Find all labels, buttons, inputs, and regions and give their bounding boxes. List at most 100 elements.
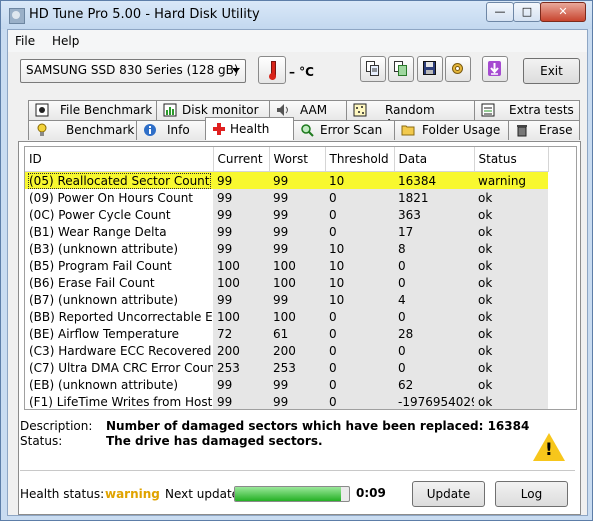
- tab-info[interactable]: Info: [136, 120, 206, 140]
- tab-benchmark[interactable]: Benchmark: [28, 120, 137, 140]
- table-row[interactable]: (05) Reallocated Sector Count 99 99 10 16384…: [25, 171, 548, 189]
- cell-worst: 99: [269, 223, 325, 240]
- table-row[interactable]: (BE) Airflow Temperature 72 61 0 28 ok: [25, 325, 548, 342]
- tab-health[interactable]: Health: [205, 117, 294, 140]
- tab-error-scan[interactable]: Error Scan: [293, 120, 395, 140]
- file-benchmark-icon: [35, 103, 49, 117]
- cell-id: (B5) Program Fail Count: [25, 257, 213, 274]
- cell-status: ok: [474, 308, 548, 325]
- cell-current: 99: [213, 223, 269, 240]
- exit-button[interactable]: Exit: [523, 58, 580, 84]
- table-row[interactable]: (B6) Erase Fail Count 100 100 10 0 ok: [25, 274, 548, 291]
- log-button[interactable]: Log: [495, 481, 568, 507]
- cell-data: 0: [394, 308, 474, 325]
- cell-threshold: 0: [325, 359, 394, 376]
- cell-worst: 100: [269, 274, 325, 291]
- col-header-worst[interactable]: Worst: [269, 147, 326, 172]
- cell-threshold: 0: [325, 325, 394, 342]
- cell-id: (B7) (unknown attribute): [25, 291, 213, 308]
- tab-row-bottom: Benchmark Info Health Error Scan Folder …: [18, 117, 580, 140]
- tab-row-top: File Benchmark Disk monitor AAM Random A…: [18, 100, 580, 131]
- download-button[interactable]: [482, 56, 508, 82]
- update-button[interactable]: Update: [412, 481, 485, 507]
- info-icon: [144, 124, 156, 136]
- table-row[interactable]: (B3) (unknown attribute) 99 99 10 8 ok: [25, 240, 548, 257]
- maximize-button[interactable]: □: [513, 2, 541, 22]
- cell-id: (09) Power On Hours Count: [25, 189, 213, 206]
- cell-status: ok: [474, 240, 548, 257]
- table-row[interactable]: (BB) Reported Uncorrectable Errors100100…: [25, 308, 548, 325]
- window-title: HD Tune Pro 5.00 - Hard Disk Utility: [29, 7, 260, 22]
- tab-extra-tests[interactable]: Extra tests: [474, 100, 580, 120]
- menu-help[interactable]: Help: [52, 34, 79, 48]
- col-header-data[interactable]: Data: [394, 147, 475, 172]
- table-body: (05) Reallocated Sector Count 99 99 10 16384…: [25, 171, 548, 409]
- col-header-current[interactable]: Current: [213, 147, 270, 172]
- menu-file[interactable]: File: [15, 34, 35, 48]
- copy-screenshot-button[interactable]: [388, 56, 414, 82]
- cell-threshold: 10: [325, 291, 394, 308]
- cell-threshold: 0: [325, 376, 394, 393]
- speaker-icon: [277, 104, 288, 116]
- health-status-label: Health status:: [20, 487, 105, 501]
- col-header-status[interactable]: Status: [474, 147, 549, 172]
- next-update-label: Next update:: [165, 487, 244, 501]
- cell-worst: 99: [269, 393, 325, 409]
- disk-monitor-icon: [163, 103, 177, 117]
- trash-icon: [517, 125, 527, 137]
- copy-screen-icon: [394, 61, 407, 76]
- error-scan-icon: [301, 124, 314, 137]
- divider: [20, 470, 575, 471]
- extra-tests-icon: [481, 103, 495, 117]
- status-text: The drive has damaged sectors.: [106, 434, 323, 448]
- tab-file-benchmark[interactable]: File Benchmark: [28, 100, 157, 120]
- cell-id: (05) Reallocated Sector Count: [25, 171, 213, 189]
- copy-info-button[interactable]: [360, 56, 386, 82]
- cell-data: 0: [394, 257, 474, 274]
- cell-data: 62: [394, 376, 474, 393]
- cell-current: 99: [213, 206, 269, 223]
- minimize-button[interactable]: —: [486, 2, 514, 22]
- cell-worst: 100: [269, 257, 325, 274]
- table-row[interactable]: (09) Power On Hours Count 99 99 0 1821 ok: [25, 189, 548, 206]
- close-button[interactable]: ✕: [540, 2, 586, 22]
- cell-current: 200: [213, 342, 269, 359]
- table-row[interactable]: (B5) Program Fail Count 100 100 10 0 ok: [25, 257, 548, 274]
- health-status-value: warning: [105, 487, 160, 501]
- table-row[interactable]: (0C) Power Cycle Count 99 99 0 363 ok: [25, 206, 548, 223]
- copy-icon: [366, 61, 379, 76]
- client-area: File Help SAMSUNG SSD 830 Series (128 gB…: [7, 29, 588, 516]
- cell-current: 99: [213, 291, 269, 308]
- cell-id: (BB) Reported Uncorrectable Errors: [25, 308, 213, 325]
- cell-data: 4: [394, 291, 474, 308]
- cell-threshold: 10: [325, 257, 394, 274]
- cell-status: ok: [474, 325, 548, 342]
- cell-id: (B6) Erase Fail Count: [25, 274, 213, 291]
- table-row[interactable]: (C3) Hardware ECC Recovered 200 200 0 0 ok: [25, 342, 548, 359]
- cell-id: (0C) Power Cycle Count: [25, 206, 213, 223]
- table-row[interactable]: (C7) Ultra DMA CRC Error Count 253 253 0 0 ok: [25, 359, 548, 376]
- smart-attributes-table[interactable]: ID Current Worst Threshold Data Status (…: [24, 146, 577, 410]
- cell-worst: 200: [269, 342, 325, 359]
- cell-current: 99: [213, 240, 269, 257]
- cell-status: ok: [474, 257, 548, 274]
- cell-worst: 61: [269, 325, 325, 342]
- benchmark-icon: [37, 123, 47, 136]
- table-row[interactable]: (EB) (unknown attribute) 99 99 0 62 ok: [25, 376, 548, 393]
- tab-random-access[interactable]: Random Access: [346, 100, 475, 131]
- drive-select[interactable]: SAMSUNG SSD 830 Series (128 gB): [20, 59, 246, 83]
- health-cross-icon: [213, 123, 225, 135]
- cell-current: 99: [213, 376, 269, 393]
- options-button[interactable]: [445, 56, 471, 82]
- table-header-row: ID Current Worst Threshold Data Status: [25, 147, 549, 172]
- col-header-id[interactable]: ID: [25, 147, 214, 172]
- col-header-threshold[interactable]: Threshold: [325, 147, 395, 172]
- tab-erase[interactable]: Erase: [508, 120, 580, 140]
- tab-folder-usage[interactable]: Folder Usage: [394, 120, 509, 140]
- table-row[interactable]: (B1) Wear Range Delta 99 99 0 17 ok: [25, 223, 548, 240]
- table-row[interactable]: (B7) (unknown attribute) 99 99 10 4 ok: [25, 291, 548, 308]
- save-button[interactable]: [417, 56, 443, 82]
- cell-data: -1976954029: [394, 393, 474, 409]
- thermometer-icon: [258, 56, 286, 84]
- table-row[interactable]: (F1) LifeTime Writes from Host 99 99 0 -1976…: [25, 393, 548, 409]
